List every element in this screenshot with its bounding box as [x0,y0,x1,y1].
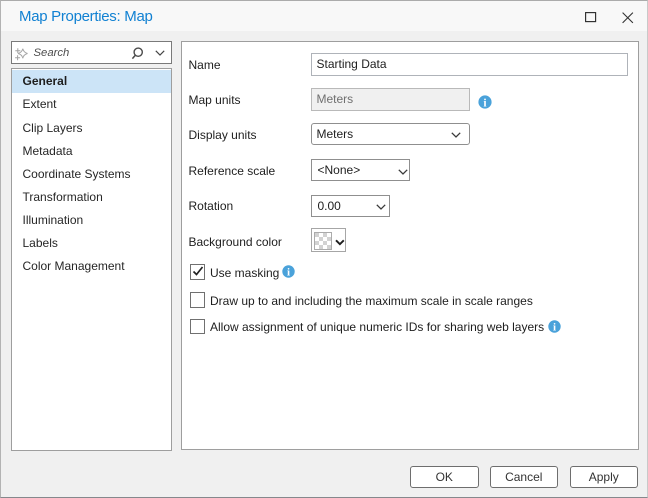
svg-text:i: i [286,267,289,278]
svg-text:i: i [552,321,555,332]
